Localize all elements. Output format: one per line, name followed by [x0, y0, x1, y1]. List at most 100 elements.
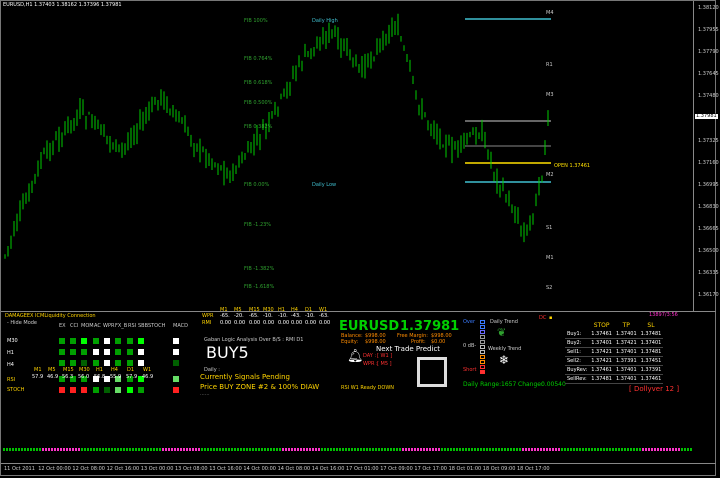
histogram-bar: [645, 448, 647, 451]
histogram-bar: [135, 448, 137, 451]
tf-col: H4: [111, 367, 118, 373]
signal-cell: [70, 387, 76, 393]
tf-col: H1: [96, 367, 103, 373]
price-tick: 1.38120: [698, 5, 719, 11]
signal-cell: [127, 349, 133, 355]
tf-col: M30: [79, 367, 90, 373]
histogram-bar: [174, 448, 176, 451]
histogram-bar: [39, 448, 41, 451]
open-level-label: OPEN 1.37461: [554, 163, 591, 169]
time-axis[interactable]: 11 Oct 2011 12 Oct 00:00 12 Oct 08:00 12 Oc…: [1, 463, 716, 477]
table-row: Sell2: 1.37421 1.37391 1.37451: [565, 356, 664, 366]
histogram-bar: [18, 448, 20, 451]
rmi-value: 0.00: [305, 320, 317, 326]
histogram-bar: [321, 448, 323, 451]
signal-cell: [104, 349, 110, 355]
wpr-value: -63.: [319, 313, 329, 319]
histogram-bar: [582, 448, 584, 451]
meter-segment: [480, 320, 485, 324]
zero-db-label: 0 dB-: [463, 343, 477, 349]
histogram-bar: [273, 448, 275, 451]
table-header: SL: [647, 322, 655, 329]
price-axis[interactable]: 1.38120 1.37955 1.37790 1.37645 1.37480 …: [693, 1, 719, 311]
histogram-bar: [42, 448, 44, 451]
histogram-bar: [159, 448, 161, 451]
histogram-bar: [522, 448, 524, 451]
histogram-bar: [579, 448, 581, 451]
hide-mode-toggle[interactable]: - Hide Mode: [7, 321, 37, 326]
histogram-bar: [363, 448, 365, 451]
pivot-s1: S1: [546, 225, 553, 231]
histogram-bar: [678, 448, 680, 451]
histogram-bar: [576, 448, 578, 451]
signal-cell: [59, 360, 65, 366]
histogram-bar: [486, 448, 488, 451]
histogram-bar: [57, 448, 59, 451]
histogram-bar: [396, 448, 398, 451]
pivot-m1: M1: [546, 255, 554, 261]
signal-cell: [59, 338, 65, 344]
table-header: TP: [622, 322, 630, 329]
histogram-bar: [543, 448, 545, 451]
indicator-panel: DAMAGEEX ICMLiquidity Connection - Hide …: [1, 308, 716, 464]
signal-cell: [115, 338, 121, 344]
histogram-bar: [132, 448, 134, 451]
histogram-bar: [150, 448, 152, 451]
price-chart[interactable]: EURUSD,H1 1.37403 1.38162 1.37396 1.3798…: [1, 1, 719, 311]
table-cell: 1.37481: [638, 330, 664, 339]
histogram-bar: [555, 448, 557, 451]
rmi-value: 0.00: [319, 320, 331, 326]
histogram-bar: [471, 448, 473, 451]
signal-cell: [93, 360, 99, 366]
histogram-bar: [312, 448, 314, 451]
histogram-bar: [615, 448, 617, 451]
histogram-bar: [345, 448, 347, 451]
histogram-bar: [279, 448, 281, 451]
histogram-bar: [306, 448, 308, 451]
ind-col: CCI: [70, 323, 79, 329]
histogram-bar: [690, 448, 692, 451]
bell-icon[interactable]: 🔔︎: [347, 350, 364, 363]
histogram-bar: [93, 448, 95, 451]
ind-col: RSI: [128, 323, 137, 329]
signal-cell: [127, 360, 133, 366]
table-cell: BuyRev:: [565, 365, 590, 375]
histogram-bar: [225, 448, 227, 451]
daily-high-label: Daily High: [312, 18, 338, 24]
time-tick: 13 Oct 16:00: [209, 466, 242, 472]
wpr2-label: WPR :: [363, 361, 378, 367]
histogram-bar: [513, 448, 515, 451]
histogram-bar: [480, 448, 482, 451]
histogram-bar: [534, 448, 536, 451]
histogram-bar: [72, 448, 74, 451]
signal-cell: [81, 387, 87, 393]
histogram-bar: [15, 448, 17, 451]
histogram-bar: [342, 448, 344, 451]
histogram-bar: [309, 448, 311, 451]
time-tick: 12 Oct 08:00: [72, 466, 105, 472]
ind-col: MOM: [81, 323, 94, 329]
table-cell: 1.37461: [589, 330, 614, 339]
signal-cell: [104, 360, 110, 366]
histogram-bar: [303, 448, 305, 451]
histogram-bar: [294, 448, 296, 451]
histogram-bar: [408, 448, 410, 451]
pivot-m3: M3: [546, 92, 554, 98]
histogram-bar: [378, 448, 380, 451]
snowflake-icon: ❄: [499, 353, 510, 367]
candles-layer: [4, 13, 551, 259]
histogram-bar: [123, 448, 125, 451]
histogram-bar: [108, 448, 110, 451]
time-tick: 14 Oct 08:00: [277, 466, 311, 472]
histogram-bar: [249, 448, 251, 451]
histogram-bar: [300, 448, 302, 451]
short-label: Short: [463, 367, 477, 373]
histogram-bar: [393, 448, 395, 451]
signal-cell: [93, 338, 99, 344]
histogram-bar: [612, 448, 614, 451]
over-label: Over: [463, 319, 476, 325]
signal-cell: [81, 349, 87, 355]
table-cell: Sell2:: [565, 356, 590, 366]
histogram-bar: [351, 448, 353, 451]
fib-label-0382: FIB 0.382%: [244, 124, 273, 130]
